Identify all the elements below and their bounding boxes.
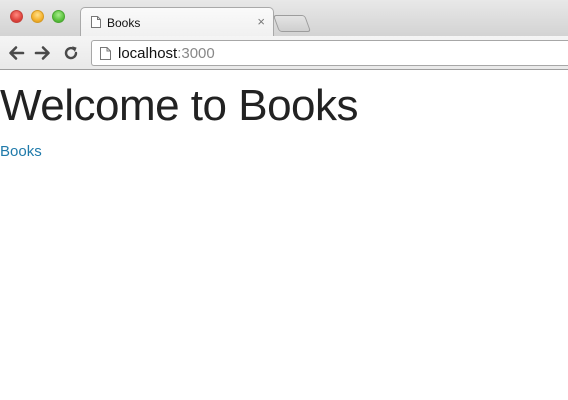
maximize-window-button[interactable] (52, 10, 65, 23)
minimize-window-button[interactable] (31, 10, 44, 23)
forward-arrow-icon[interactable] (34, 44, 52, 62)
address-bar[interactable]: localhost:3000 (91, 40, 568, 66)
close-window-button[interactable] (10, 10, 23, 23)
browser-window: Books × localhost:3000 Welcome to Books … (0, 0, 568, 400)
page-heading: Welcome to Books (0, 81, 359, 130)
page-icon (91, 16, 101, 28)
page-content: Welcome to Books Books (0, 71, 568, 400)
books-link[interactable]: Books (0, 143, 42, 160)
reload-icon[interactable] (62, 44, 80, 62)
url-text[interactable]: localhost:3000 (118, 45, 215, 63)
url-host: localhost (118, 45, 178, 62)
tab-books[interactable]: Books × (80, 7, 274, 37)
page-icon (100, 47, 111, 60)
new-tab-button[interactable] (272, 15, 312, 32)
browser-toolbar: localhost:3000 (0, 36, 568, 70)
close-tab-icon[interactable]: × (257, 14, 265, 30)
tab-strip: Books × (0, 0, 568, 37)
tab-title: Books (107, 16, 141, 30)
back-arrow-icon[interactable] (7, 44, 25, 62)
url-port: :3000 (177, 45, 215, 62)
